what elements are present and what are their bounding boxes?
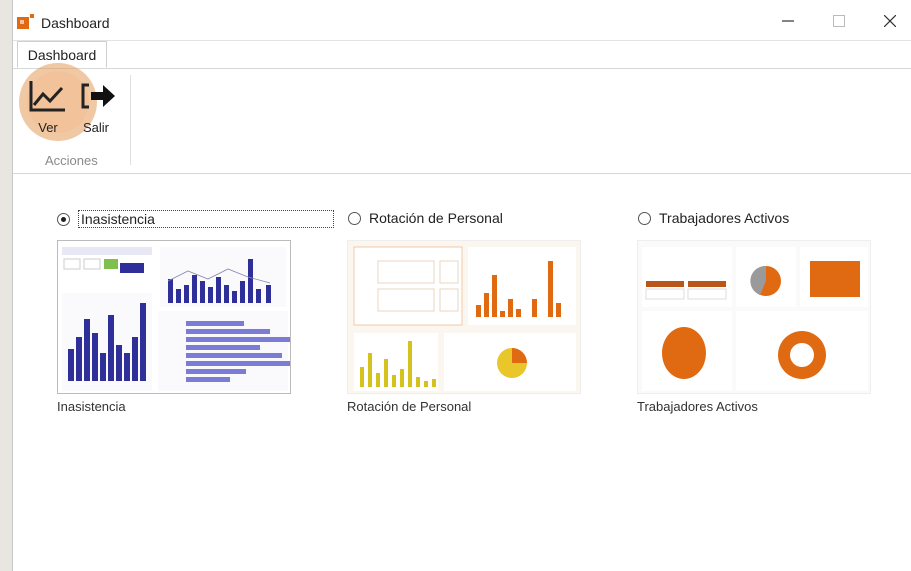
close-icon (884, 15, 896, 27)
ribbon-group-separator (130, 75, 131, 165)
salir-label: Salir (82, 120, 109, 135)
radio-label-inasistencia: Inasistencia (78, 210, 334, 228)
dashboard-window: Dashboard Dashboard Ver Salir Acciones I… (12, 0, 911, 571)
radio-label-trabajadores-activos: Trabajadores Activos (659, 210, 790, 226)
maximize-button[interactable] (819, 6, 859, 36)
radio-button[interactable] (638, 211, 651, 225)
radio-inasistencia[interactable]: Inasistencia (57, 210, 334, 228)
maximize-icon (833, 15, 845, 27)
trabajadores-preview (638, 241, 870, 393)
caption-inasistencia: Inasistencia (57, 399, 126, 414)
exit-arrow-icon (81, 83, 115, 109)
caption-rotacion-personal: Rotación de Personal (347, 399, 472, 414)
line-chart-icon (29, 81, 65, 112)
caption-trabajadores-activos: Trabajadores Activos (637, 399, 758, 414)
ribbon-tab-bar: Dashboard (13, 40, 911, 69)
salir-button[interactable]: Salir (73, 75, 119, 137)
thumbnail-rotacion-personal[interactable] (347, 240, 581, 394)
minimize-button[interactable] (768, 6, 808, 36)
minimize-icon (782, 20, 794, 22)
ver-button[interactable]: Ver (19, 63, 97, 141)
close-button[interactable] (870, 6, 910, 36)
thumbnail-trabajadores-activos[interactable] (637, 240, 871, 394)
rotacion-preview (348, 241, 580, 393)
thumbnail-inasistencia[interactable] (57, 240, 291, 394)
app-icon (17, 14, 34, 29)
title-bar: Dashboard (13, 0, 911, 41)
radio-trabajadores-activos[interactable]: Trabajadores Activos (638, 210, 789, 226)
radio-rotacion-personal[interactable]: Rotación de Personal (348, 210, 503, 226)
radio-label-rotacion-personal: Rotación de Personal (369, 210, 503, 226)
inasistencia-preview (62, 247, 290, 391)
ver-label: Ver (38, 120, 58, 135)
ribbon: Ver Salir Acciones (13, 63, 911, 174)
dashboard-options: Inasistencia Inasistencia Rotación de Pe… (13, 174, 911, 571)
window-title: Dashboard (41, 15, 110, 31)
radio-button-checked[interactable] (57, 212, 70, 226)
ribbon-group-label: Acciones (45, 153, 98, 168)
radio-button[interactable] (348, 211, 361, 225)
